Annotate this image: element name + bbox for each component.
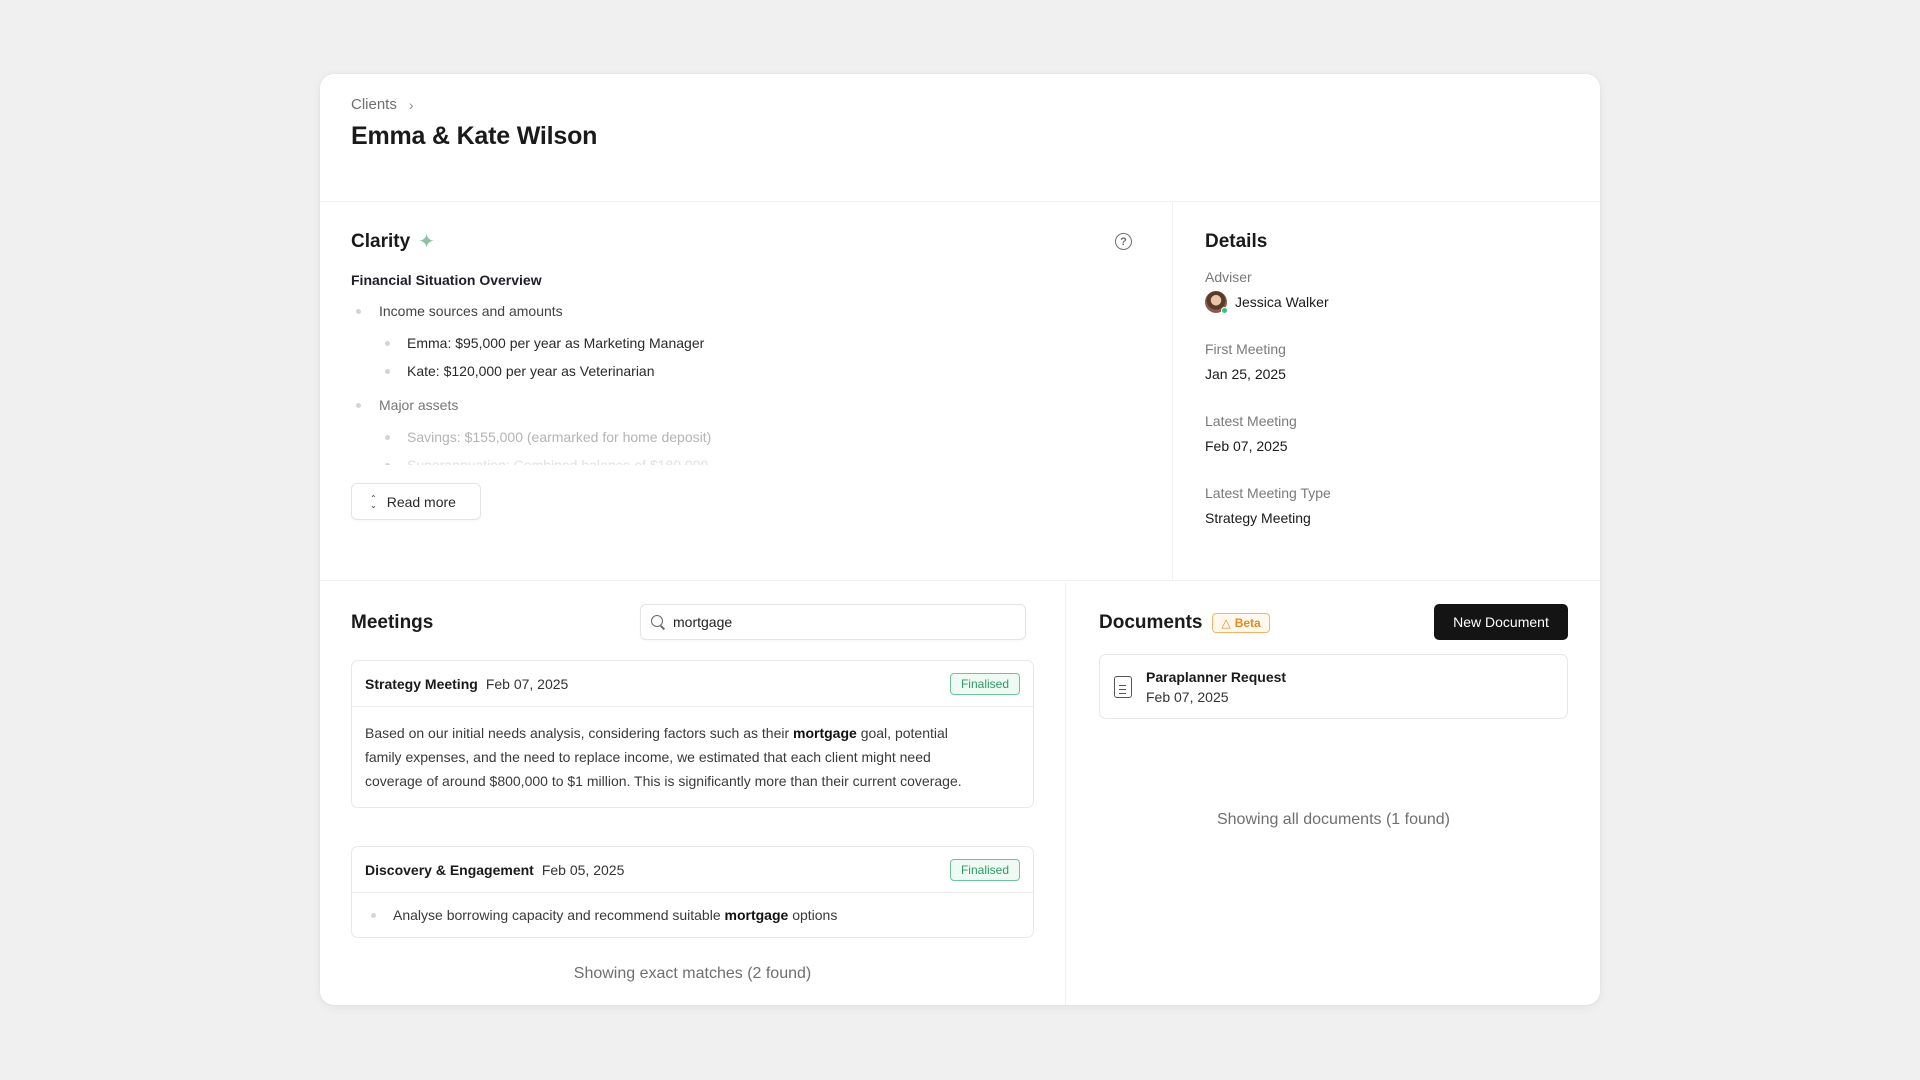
list-item-text: Kate: $120,000 per year as Veterinarian: [407, 363, 655, 379]
online-status-icon: [1221, 307, 1228, 314]
latest-meeting-field: Latest Meeting Feb 07, 2025: [1205, 413, 1297, 454]
bullet-icon: [385, 435, 390, 440]
breadcrumb-clients-link[interactable]: Clients: [351, 96, 397, 113]
clarity-panel: Clarity ✦ ? Financial Situation Overview…: [320, 203, 1173, 581]
excerpt-text: options: [788, 907, 838, 923]
meetings-panel: Meetings Strategy Meeting Feb 07, 2025 F…: [320, 582, 1066, 1005]
meeting-card-header: Strategy Meeting Feb 07, 2025 Finalised: [352, 661, 1033, 707]
list-item: Emma: $95,000 per year as Marketing Mana…: [351, 335, 1071, 351]
adviser-label: Adviser: [1205, 269, 1252, 285]
search-highlight: mortgage: [793, 725, 857, 741]
document-icon: [1114, 675, 1132, 698]
flask-icon: △: [1221, 616, 1231, 630]
list-item-text: Savings: $155,000 (earmarked for home de…: [407, 429, 712, 445]
help-circle-icon[interactable]: ?: [1115, 233, 1132, 250]
search-icon: [651, 615, 665, 629]
list-item: Savings: $155,000 (earmarked for home de…: [351, 429, 1071, 445]
page-title: Emma & Kate Wilson: [351, 122, 598, 150]
document-date: Feb 07, 2025: [1146, 688, 1229, 705]
bullet-icon: [356, 309, 361, 314]
list-item-text: Emma: $95,000 per year as Marketing Mana…: [407, 335, 705, 351]
first-meeting-label: First Meeting: [1205, 341, 1286, 357]
list-item: Major assets: [351, 397, 1071, 413]
page-header: Clients › Emma & Kate Wilson: [320, 74, 1600, 202]
sparkle-icon: ✦: [418, 231, 435, 253]
meeting-date: Feb 05, 2025: [541, 861, 625, 878]
meetings-search[interactable]: [640, 604, 1026, 640]
latest-meeting-label: Latest Meeting: [1205, 413, 1297, 429]
chevron-up-down-icon: ⌃ ⌄: [370, 493, 377, 510]
overview-title: Financial Situation Overview: [351, 272, 542, 288]
latest-meeting-type-label: Latest Meeting Type: [1205, 485, 1331, 501]
meetings-results-summary: Showing exact matches (2 found): [573, 965, 812, 982]
bullet-icon: [385, 341, 390, 346]
latest-meeting-value: Feb 07, 2025: [1205, 438, 1288, 454]
meeting-title: Strategy Meeting: [365, 675, 478, 692]
list-item-text: Income sources and amounts: [379, 303, 563, 319]
details-title: Details: [1205, 231, 1268, 252]
document-name: Paraplanner Request: [1146, 668, 1287, 685]
search-highlight: mortgage: [724, 907, 789, 923]
list-item: Kate: $120,000 per year as Veterinarian: [351, 363, 1071, 379]
meetings-title: Meetings: [351, 612, 434, 633]
meeting-title: Discovery & Engagement: [365, 861, 534, 878]
breadcrumb: Clients ›: [351, 96, 414, 113]
list-item-text: Superannuation: Combined balance of $180…: [407, 457, 709, 465]
list-item: Income sources and amounts: [351, 303, 1071, 319]
documents-title: Documents: [1099, 612, 1203, 633]
clarity-title: Clarity: [351, 231, 411, 252]
meetings-search-input[interactable]: [673, 614, 993, 630]
beta-badge: △ Beta: [1212, 613, 1270, 633]
documents-results-summary: Showing all documents (1 found): [1216, 811, 1451, 828]
meeting-card[interactable]: Strategy Meeting Feb 07, 2025 Finalised …: [351, 660, 1034, 808]
list-item: Superannuation: Combined balance of $180…: [351, 457, 1071, 465]
clarity-header: Clarity ✦: [351, 231, 435, 253]
avatar: [1205, 291, 1228, 314]
document-info: Paraplanner Request Feb 07, 2025: [1146, 669, 1286, 705]
new-document-button[interactable]: New Document: [1434, 604, 1568, 640]
adviser-row: Jessica Walker: [1205, 291, 1329, 314]
list-item-text: Major assets: [379, 397, 459, 413]
meeting-card[interactable]: Discovery & Engagement Feb 05, 2025 Fina…: [351, 846, 1034, 938]
bullet-icon: [356, 403, 361, 408]
latest-meeting-type-value: Strategy Meeting: [1205, 510, 1311, 526]
status-badge: Finalised: [949, 858, 1020, 881]
overview-list: Income sources and amounts Emma: $95,000…: [351, 303, 1071, 465]
meeting-card-header: Discovery & Engagement Feb 05, 2025 Fina…: [352, 847, 1033, 893]
meeting-excerpt: Analyse borrowing capacity and recommend…: [352, 893, 1033, 937]
document-item[interactable]: Paraplanner Request Feb 07, 2025: [1099, 654, 1568, 719]
status-badge: Finalised: [949, 672, 1020, 695]
read-more-button[interactable]: ⌃ ⌄ Read more: [351, 483, 481, 520]
bullet-icon: [385, 463, 390, 465]
details-panel: Details Adviser Jessica Walker First Mee…: [1173, 203, 1600, 581]
first-meeting-value: Jan 25, 2025: [1205, 366, 1286, 382]
meeting-date: Feb 07, 2025: [485, 675, 569, 692]
latest-meeting-type-field: Latest Meeting Type Strategy Meeting: [1205, 485, 1331, 526]
client-card: Clients › Emma & Kate Wilson Clarity ✦ ?…: [320, 74, 1600, 1005]
adviser-field: Adviser Jessica Walker: [1205, 269, 1329, 314]
meeting-excerpt: Based on our initial needs analysis, con…: [352, 707, 1033, 807]
adviser-name: Jessica Walker: [1235, 294, 1329, 310]
beta-label: Beta: [1234, 616, 1261, 630]
read-more-label: Read more: [386, 493, 456, 510]
chevron-right-icon: ›: [408, 96, 414, 113]
documents-header: Documents △ Beta: [1099, 612, 1270, 634]
bullet-icon: [385, 369, 390, 374]
list-item: Analyse borrowing capacity and recommend…: [365, 903, 1020, 927]
first-meeting-field: First Meeting Jan 25, 2025: [1205, 341, 1286, 382]
excerpt-text: Based on our initial needs analysis, con…: [365, 725, 794, 741]
excerpt-text: Analyse borrowing capacity and recommend…: [393, 907, 725, 923]
documents-panel: Documents △ Beta New Document Paraplanne…: [1067, 582, 1600, 1005]
